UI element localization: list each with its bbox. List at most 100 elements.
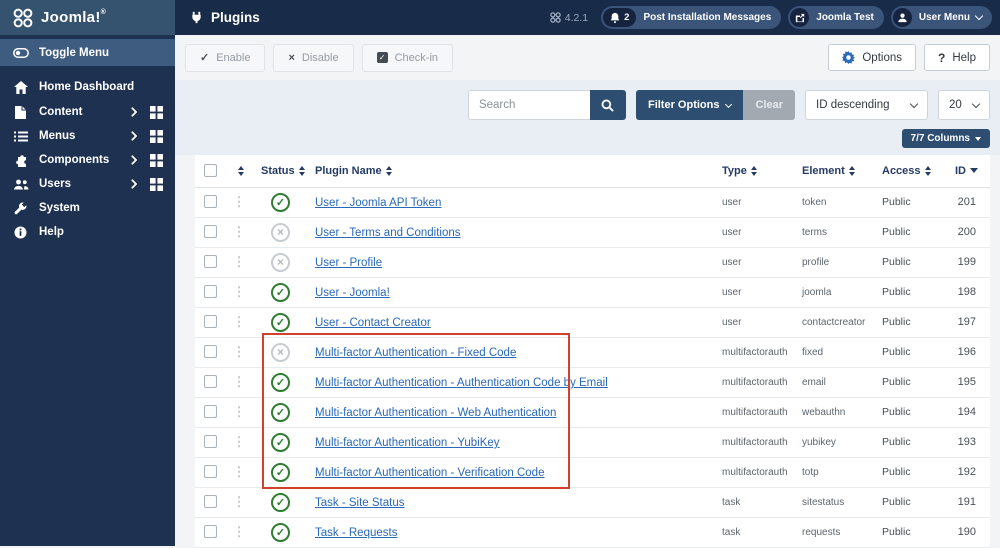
sidebar-item-home-dashboard[interactable]: Home Dashboard <box>0 75 175 99</box>
gear-icon <box>842 51 856 64</box>
row-checkbox[interactable] <box>203 255 217 269</box>
plugin-name-link[interactable]: Multi-factor Authentication - YubiKey <box>315 437 500 449</box>
element-sort-header[interactable]: Element <box>795 155 875 188</box>
sidebar-item-system[interactable]: System <box>0 196 175 220</box>
drag-handle-icon[interactable]: ⋮ <box>233 194 246 209</box>
status-enabled-icon[interactable]: ✓ <box>271 402 290 422</box>
checkin-button[interactable]: ✓ Check-in <box>361 43 454 72</box>
plugin-type: user <box>715 187 795 218</box>
sidebar-item-components[interactable]: Components <box>0 148 175 172</box>
drag-handle-icon[interactable]: ⋮ <box>233 404 246 419</box>
plugin-name-link[interactable]: Multi-factor Authentication - Authentica… <box>315 377 608 389</box>
sidebar-item-help[interactable]: Help <box>0 220 175 244</box>
clear-button[interactable]: Clear <box>743 90 795 120</box>
logo-text: Joomla!® <box>41 9 107 26</box>
status-sort-header[interactable]: Status <box>253 155 308 188</box>
drag-handle-icon[interactable]: ⋮ <box>233 524 246 539</box>
type-sort-header[interactable]: Type <box>715 155 795 188</box>
drag-handle-icon[interactable]: ⋮ <box>233 374 246 389</box>
post-installation-messages-button[interactable]: 2 Post Installation Messages <box>601 6 782 29</box>
row-checkbox[interactable] <box>203 315 217 329</box>
drag-handle-icon[interactable]: ⋮ <box>233 464 246 479</box>
plugin-name-link[interactable]: User - Contact Creator <box>315 317 431 329</box>
status-disabled-icon[interactable]: × <box>271 342 290 362</box>
status-enabled-icon[interactable]: ✓ <box>271 372 290 392</box>
status-enabled-icon[interactable]: ✓ <box>271 492 290 512</box>
plugin-element: terms <box>795 217 875 248</box>
status-enabled-icon[interactable]: ✓ <box>271 192 290 212</box>
dashboard-grid-icon[interactable] <box>150 153 163 167</box>
disable-button[interactable]: × Disable <box>273 43 354 72</box>
drag-handle-icon[interactable]: ⋮ <box>233 434 246 449</box>
plugin-id: 195 <box>945 367 990 398</box>
plugin-id: 192 <box>945 457 990 488</box>
plugin-name-link[interactable]: Task - Site Status <box>315 497 404 509</box>
enable-button[interactable]: ✓ Enable <box>185 43 266 72</box>
id-sort-header[interactable]: ID <box>945 155 990 188</box>
plugin-name-link[interactable]: User - Joomla! <box>315 287 390 299</box>
drag-handle-icon[interactable]: ⋮ <box>233 224 246 239</box>
chevron-right-icon <box>131 107 137 117</box>
plugin-name-link[interactable]: Task - Requests <box>315 527 397 539</box>
status-enabled-icon[interactable]: ✓ <box>271 462 290 482</box>
row-checkbox[interactable] <box>203 345 217 359</box>
row-checkbox[interactable] <box>203 195 217 209</box>
sidebar-item-menus[interactable]: Menus <box>0 124 175 148</box>
user-menu-button[interactable]: User Menu <box>890 6 992 29</box>
row-checkbox[interactable] <box>203 285 217 299</box>
row-checkbox[interactable] <box>203 495 217 509</box>
row-checkbox[interactable] <box>203 435 217 449</box>
name-sort-header[interactable]: Plugin Name <box>308 155 715 188</box>
dashboard-grid-icon[interactable] <box>150 177 163 191</box>
plugin-name-link[interactable]: Multi-factor Authentication - Fixed Code <box>315 347 516 359</box>
site-preview-button[interactable]: Joomla Test <box>788 6 884 29</box>
plugin-name-link[interactable]: User - Terms and Conditions <box>315 227 461 239</box>
external-link-icon <box>795 13 804 22</box>
drag-handle-icon[interactable]: ⋮ <box>233 494 246 509</box>
drag-handle-icon[interactable]: ⋮ <box>233 344 246 359</box>
options-button[interactable]: Options <box>828 44 916 71</box>
sort-select[interactable]: ID descending <box>805 90 928 120</box>
list-limit-select[interactable]: 20 <box>938 90 990 120</box>
drag-handle-icon[interactable]: ⋮ <box>233 254 246 269</box>
plugin-name-link[interactable]: User - Joomla API Token <box>315 197 441 209</box>
plugin-type: task <box>715 487 795 518</box>
ordering-sort-header[interactable] <box>225 155 253 188</box>
plugin-name-link[interactable]: Multi-factor Authentication - Web Authen… <box>315 407 556 419</box>
sidebar-item-toggle-menu[interactable]: Toggle Menu <box>0 39 175 66</box>
dashboard-grid-icon[interactable] <box>150 105 163 119</box>
page-title: Plugins <box>211 10 260 25</box>
sidebar-item-users[interactable]: Users <box>0 172 175 196</box>
row-checkbox[interactable] <box>203 525 217 539</box>
select-all-checkbox[interactable] <box>203 164 217 178</box>
help-button[interactable]: ? Help <box>924 44 990 71</box>
plugin-name-link[interactable]: Multi-factor Authentication - Verificati… <box>315 467 544 479</box>
row-checkbox[interactable] <box>203 225 217 239</box>
search-button[interactable] <box>589 90 626 120</box>
status-enabled-icon[interactable]: ✓ <box>271 522 290 542</box>
row-checkbox[interactable] <box>203 375 217 389</box>
status-enabled-icon[interactable]: ✓ <box>271 432 290 452</box>
row-checkbox[interactable] <box>203 465 217 479</box>
status-disabled-icon[interactable]: × <box>271 252 290 272</box>
plugin-name-link[interactable]: User - Profile <box>315 257 382 269</box>
sort-icon <box>750 166 757 176</box>
status-enabled-icon[interactable]: ✓ <box>271 282 290 302</box>
columns-toggle-button[interactable]: 7/7 Columns <box>901 129 990 148</box>
home-icon <box>12 80 29 94</box>
sidebar-item-content[interactable]: Content <box>0 100 175 124</box>
status-enabled-icon[interactable]: ✓ <box>271 312 290 332</box>
search-input[interactable] <box>467 90 590 120</box>
access-sort-header[interactable]: Access <box>875 155 945 188</box>
status-disabled-icon[interactable]: × <box>271 222 290 242</box>
main-content: ✓ Enable × Disable ✓ Check-in Options ? … <box>175 35 1000 548</box>
drag-handle-icon[interactable]: ⋮ <box>233 284 246 299</box>
plugin-id: 197 <box>945 307 990 338</box>
file-icon <box>12 105 29 119</box>
drag-handle-icon[interactable]: ⋮ <box>233 314 246 329</box>
search-icon <box>602 99 615 112</box>
dashboard-grid-icon[interactable] <box>150 129 163 143</box>
info-icon <box>12 226 29 239</box>
filter-options-button[interactable]: Filter Options <box>635 90 744 120</box>
row-checkbox[interactable] <box>203 405 217 419</box>
